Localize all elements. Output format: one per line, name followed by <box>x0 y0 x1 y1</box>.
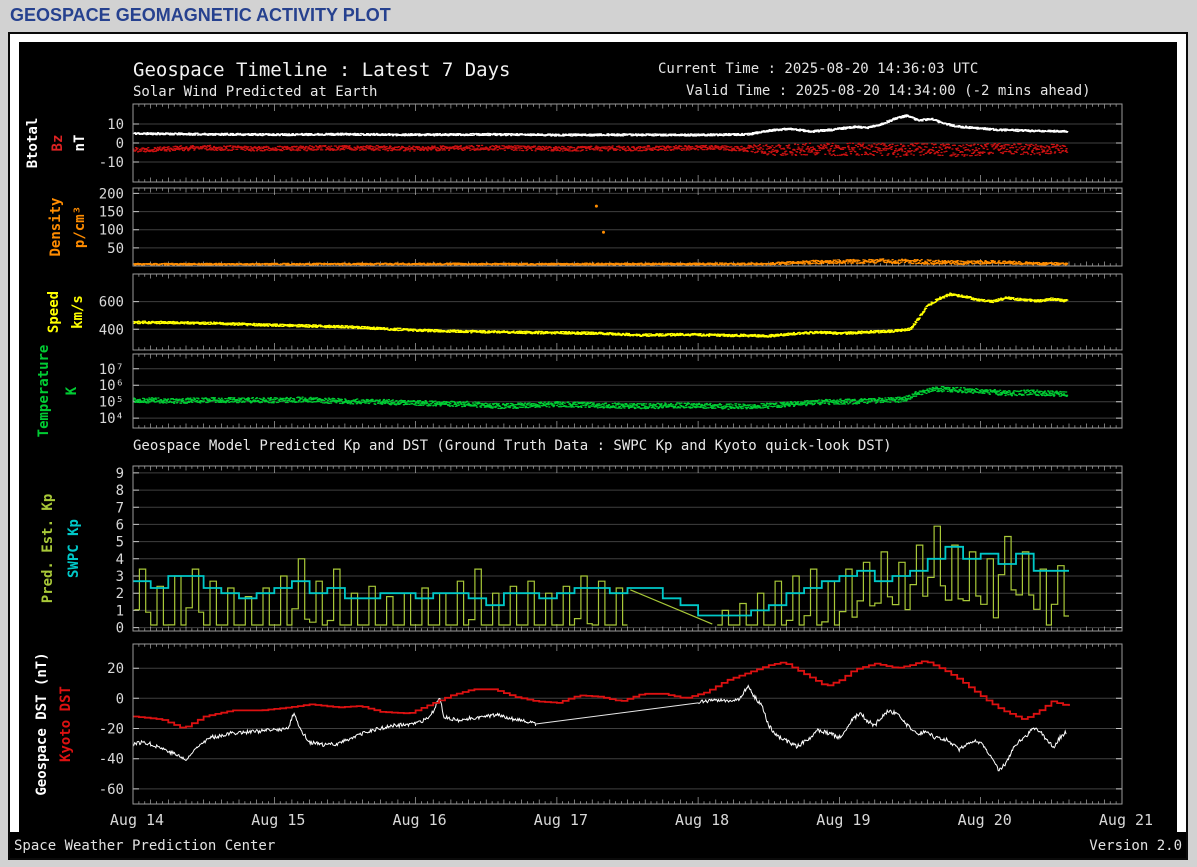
page-title: GEOSPACE GEOMAGNETIC ACTIVITY PLOT <box>10 5 391 25</box>
panel-axis-label: Kyoto DST <box>58 686 74 762</box>
geospace-timeline-plot: 100-10Btotal Bz nT20015010050Density p/cm³6… <box>10 34 1186 858</box>
y-tick-label: 10⁵ <box>99 395 124 411</box>
section-title-kp-dst: Geospace Model Predicted Kp and DST (Gro… <box>133 438 892 454</box>
y-tick-label: -40 <box>99 752 124 768</box>
y-tick-label: 2 <box>116 586 124 602</box>
subtitle-solar-wind: Solar Wind Predicted at Earth <box>133 84 377 100</box>
y-tick-label: 150 <box>99 205 124 221</box>
y-tick-label: 20 <box>107 661 124 677</box>
footer-right: Version 2.0 <box>1089 838 1182 854</box>
panel-axis-label: Density <box>48 197 64 257</box>
y-tick-label: 8 <box>116 483 124 499</box>
y-tick-label: 3 <box>116 569 124 585</box>
panel-axis-label: K <box>64 386 80 395</box>
y-tick-label: 10⁶ <box>99 378 124 394</box>
y-tick-label: 400 <box>99 322 124 338</box>
x-tick-label: Aug 15 <box>251 811 305 829</box>
footer-left: Space Weather Prediction Center <box>14 838 275 854</box>
x-tick-label: Aug 17 <box>534 811 588 829</box>
panel-axis-label: Btotal <box>25 118 41 169</box>
y-tick-label: 50 <box>107 241 124 257</box>
y-tick-label: 4 <box>116 552 124 568</box>
x-tick-label: Aug 18 <box>675 811 729 829</box>
y-tick-label: 100 <box>99 223 124 239</box>
x-tick-label: Aug 16 <box>393 811 447 829</box>
y-tick-label: 0 <box>116 621 124 637</box>
y-tick-label: 10⁴ <box>99 411 124 427</box>
panel-axis-label: Bz <box>50 135 66 152</box>
panel-axis-label: Temperature <box>36 345 52 438</box>
y-tick-label: 0 <box>116 691 124 707</box>
y-tick-label: 200 <box>99 186 124 202</box>
panel-axis-label: p/cm³ <box>72 206 88 248</box>
plot-title: Geospace Timeline : Latest 7 Days <box>133 59 511 81</box>
panel-axis-label: Geospace DST (nT) <box>34 652 50 795</box>
panel-axis-label: Speed <box>46 291 62 333</box>
y-tick-label: 600 <box>99 295 124 311</box>
current-time: Current Time : 2025-08-20 14:36:03 UTC <box>658 61 978 77</box>
y-tick-label: -60 <box>99 782 124 798</box>
x-tick-label: Aug 21 <box>1099 811 1153 829</box>
y-tick-label: 1 <box>116 603 124 619</box>
y-tick-label: 9 <box>116 466 124 482</box>
x-tick-label: Aug 19 <box>816 811 870 829</box>
y-tick-label: -20 <box>99 722 124 738</box>
y-tick-label: 7 <box>116 500 124 516</box>
y-tick-label: 6 <box>116 517 124 533</box>
y-tick-label: 10 <box>107 117 124 133</box>
y-tick-label: 5 <box>116 535 124 551</box>
y-tick-label: -10 <box>99 155 124 171</box>
panel-axis-label: nT <box>72 135 88 152</box>
page: GEOSPACE GEOMAGNETIC ACTIVITY PLOT 10 0 -1… <box>0 0 1197 867</box>
x-tick-label: Aug 14 <box>110 811 164 829</box>
panel-axis-label: Pred. Est. Kp <box>40 494 56 604</box>
panel-axis-label: km/s <box>70 295 86 329</box>
panel-axis-label: SWPC Kp <box>66 519 82 578</box>
x-tick-label: Aug 20 <box>958 811 1012 829</box>
valid-time: Valid Time : 2025-08-20 14:34:00 (-2 min… <box>686 83 1091 99</box>
y-tick-label: 0 <box>116 136 124 152</box>
plot-frame: 10 0 -10 Btotal Bz nT 200 150 100 50 Density p/cm³ 6… <box>8 32 1188 860</box>
y-tick-label: 10⁷ <box>99 362 124 378</box>
